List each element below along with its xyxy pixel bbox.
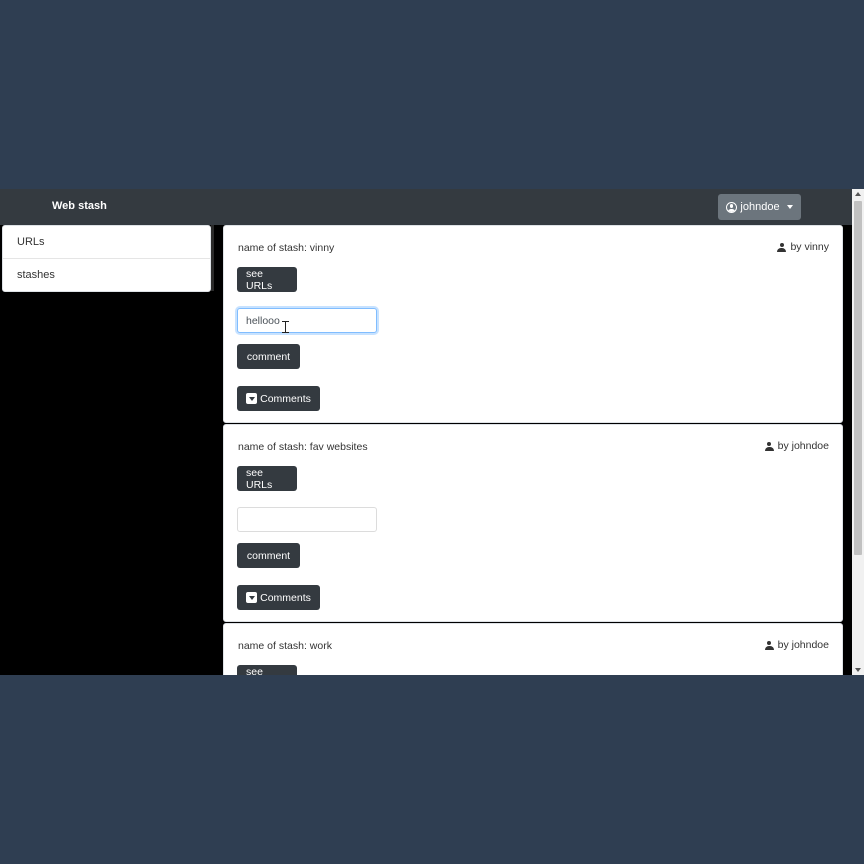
app-window: Web stash johndoe URLs stashes name of s… [0, 189, 864, 675]
scroll-down-icon[interactable] [855, 668, 861, 672]
user-circle-icon [726, 201, 738, 213]
stash-owner: by johndoe [764, 440, 829, 452]
stash-title: name of stash: work [238, 640, 332, 652]
stash-title: name of stash: fav websites [238, 441, 368, 453]
person-icon [764, 640, 774, 650]
scrollbar-thumb[interactable] [854, 201, 862, 555]
see-urls-button[interactable]: see URLs [237, 267, 297, 292]
comments-toggle-button[interactable]: Comments [237, 585, 320, 610]
see-urls-button[interactable]: see URLs [237, 466, 297, 491]
comment-button[interactable]: comment [237, 344, 300, 369]
text-cursor-icon [282, 321, 289, 333]
page-scrollbar[interactable] [852, 189, 864, 675]
comment-input[interactable] [237, 308, 377, 333]
chevron-down-icon [786, 205, 793, 209]
sidebar-divider [211, 225, 214, 291]
comment-button[interactable]: comment [237, 543, 300, 568]
sidebar: URLs stashes [2, 225, 211, 292]
stash-card: name of stash: fav websites by johndoe s… [223, 424, 843, 622]
comments-toggle-label: Comments [260, 392, 311, 405]
stash-owner-label: by johndoe [777, 440, 829, 452]
scroll-up-icon[interactable] [855, 192, 861, 196]
sidebar-item-stashes[interactable]: stashes [3, 259, 210, 291]
see-urls-button[interactable]: see URLs [237, 665, 297, 675]
comments-toggle-label: Comments [260, 591, 311, 604]
comment-input[interactable] [237, 507, 377, 532]
stash-card: name of stash: vinny by vinny see URLs c… [223, 225, 843, 423]
stash-owner: by vinny [777, 241, 829, 253]
stash-owner: by johndoe [764, 639, 829, 651]
stash-owner-label: by vinny [790, 241, 829, 253]
stash-owner-label: by johndoe [777, 639, 829, 651]
stash-card: name of stash: work by johndoe see URLs [223, 623, 843, 675]
user-menu-label: johndoe [740, 201, 780, 213]
sidebar-item-urls[interactable]: URLs [3, 226, 210, 259]
person-icon [764, 441, 774, 451]
person-icon [777, 242, 787, 252]
caret-square-down-icon [246, 393, 258, 404]
stash-title: name of stash: vinny [238, 242, 335, 254]
caret-square-down-icon [246, 592, 258, 603]
user-menu-button[interactable]: johndoe [718, 194, 801, 220]
brand-link[interactable]: Web stash [52, 200, 107, 212]
comments-toggle-button[interactable]: Comments [237, 386, 320, 411]
navbar: Web stash johndoe [0, 189, 852, 225]
